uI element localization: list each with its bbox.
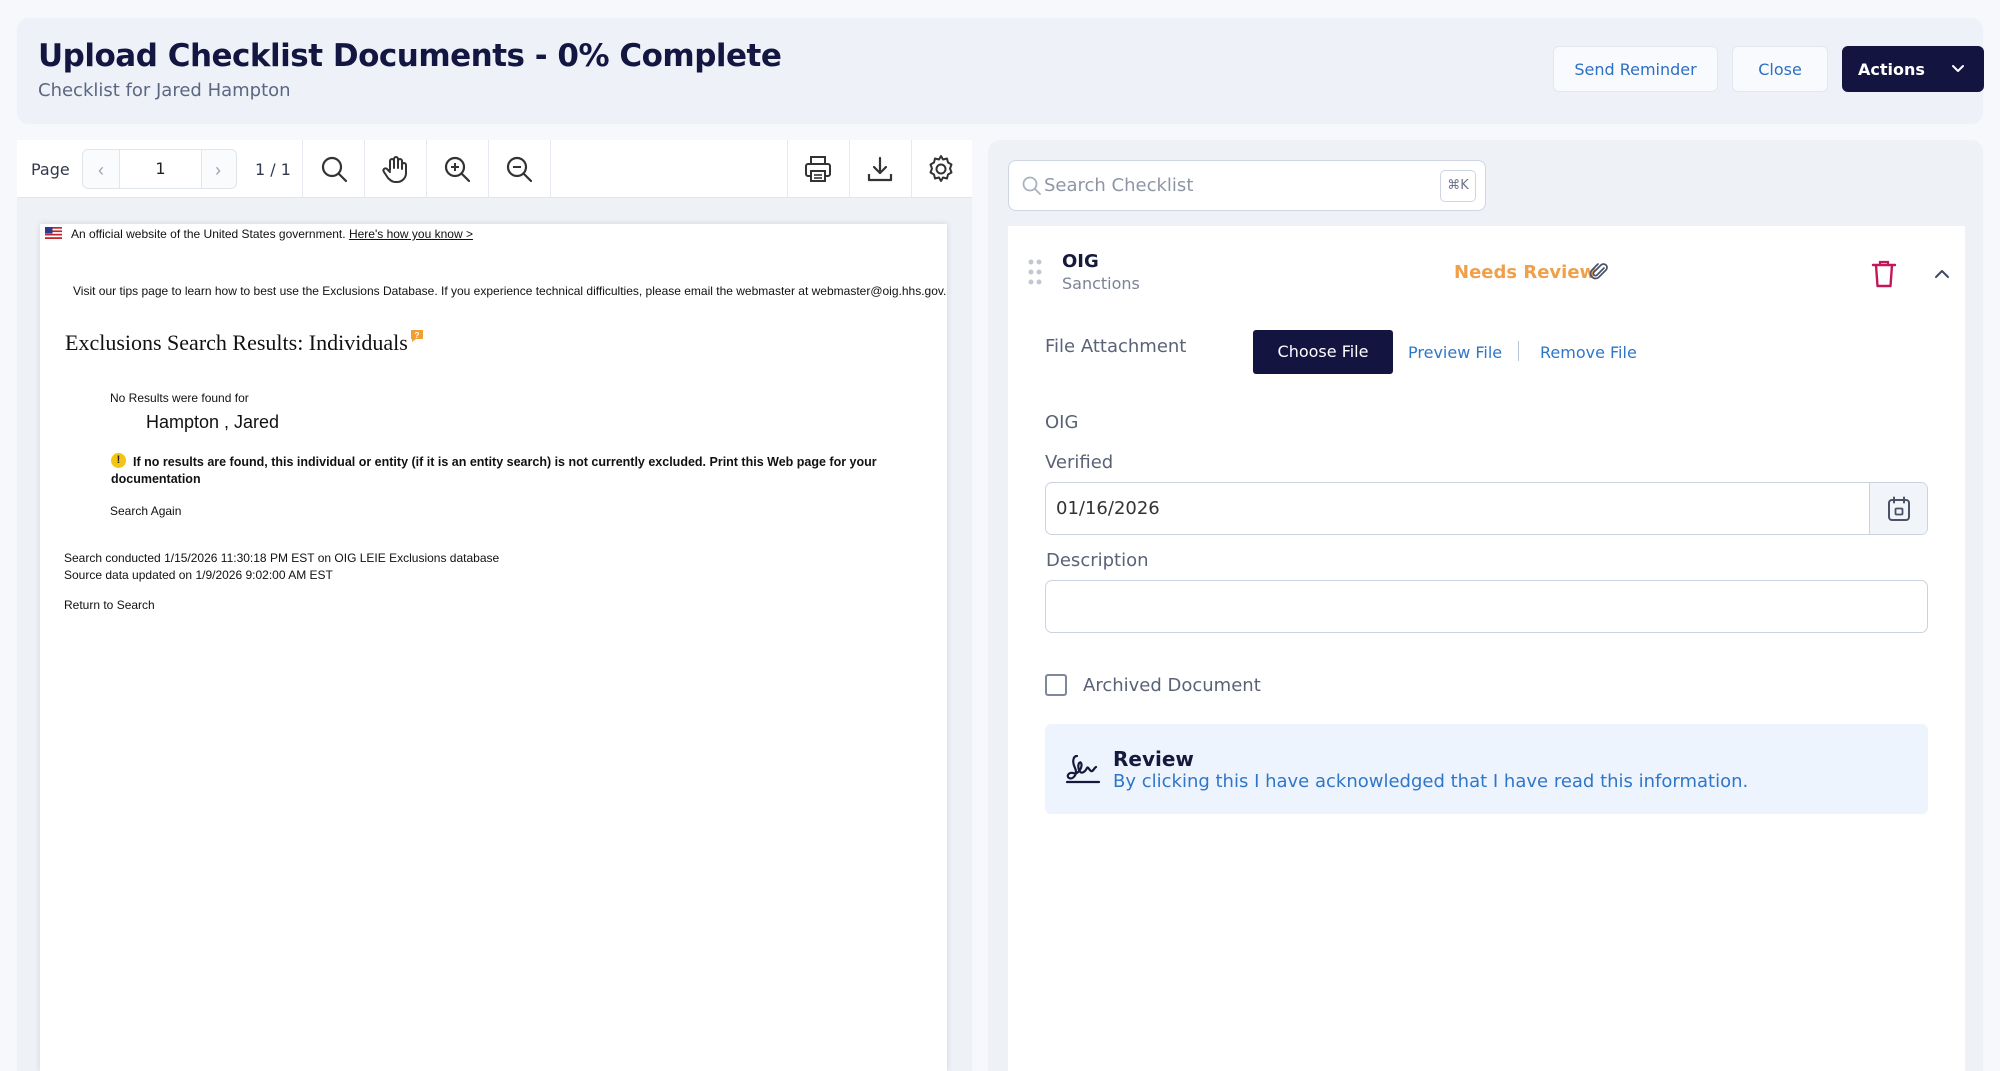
file-attachment-label: File Attachment: [1045, 336, 1187, 357]
official-site-banner: An official website of the United States…: [71, 227, 473, 241]
no-results-text: No Results were found for: [110, 391, 249, 405]
page-navigator: ‹ 1 ›: [82, 149, 237, 189]
search-icon: [1022, 176, 1041, 195]
toolbar-divider: [302, 140, 303, 198]
archived-document-checkbox[interactable]: [1045, 674, 1067, 696]
shortcut-badge: ⌘K: [1440, 170, 1476, 202]
send-reminder-button[interactable]: Send Reminder: [1553, 46, 1718, 92]
search-again-link[interactable]: Search Again: [110, 504, 181, 518]
not-excluded-notice: If no results are found, this individual…: [111, 455, 877, 486]
review-acknowledge-box[interactable]: Review By clicking this I have acknowled…: [1045, 724, 1928, 814]
close-button[interactable]: Close: [1732, 46, 1828, 92]
checklist-item-title: OIG: [1062, 251, 1099, 272]
review-title: Review: [1113, 747, 1194, 771]
searched-name: Hampton , Jared: [146, 412, 280, 432]
return-to-search-link[interactable]: Return to Search: [64, 598, 155, 612]
toolbar-divider: [849, 140, 850, 198]
review-description: By clicking this I have acknowledged tha…: [1113, 771, 1749, 792]
official-text: An official website of the United States…: [71, 227, 346, 241]
download-icon[interactable]: [864, 153, 896, 185]
source-updated-text: Source data updated on 1/9/2026 9:02:00 …: [64, 568, 333, 582]
description-input[interactable]: [1045, 580, 1928, 633]
trash-icon[interactable]: [1870, 259, 1898, 289]
chevron-down-icon: [1952, 65, 1964, 72]
chevron-up-icon[interactable]: [1931, 263, 1953, 285]
app-frame: Upload Checklist Documents - 0% Complete…: [0, 0, 2000, 1071]
warning-icon: !: [111, 453, 126, 468]
search-checklist-input[interactable]: Search Checklist ⌘K: [1008, 160, 1486, 211]
description-label: Description: [1046, 550, 1149, 571]
tips-text: Visit our tips page to learn how to best…: [73, 284, 947, 298]
zoom-out-icon[interactable]: [503, 153, 535, 185]
toolbar-divider: [364, 140, 365, 198]
calendar-icon: [1888, 496, 1910, 521]
checklist-item-card: OIG Sanctions Needs Review File Attachme…: [1008, 226, 1965, 1071]
link-divider: [1518, 341, 1519, 361]
next-page-button[interactable]: ›: [208, 160, 228, 180]
search-placeholder: Search Checklist: [1044, 175, 1194, 196]
results-heading: Exclusions Search Results: Individuals: [65, 330, 408, 355]
archived-document-label: Archived Document: [1083, 675, 1261, 696]
actions-label: Actions: [1858, 59, 1925, 79]
verified-date-value: 01/16/2026: [1056, 498, 1160, 519]
toolbar-divider: [550, 140, 551, 198]
verified-date-field[interactable]: 01/16/2026: [1045, 482, 1928, 535]
viewer-toolbar: Page ‹ 1 › 1 / 1: [17, 140, 972, 198]
checklist-panel: Search Checklist ⌘K OIG Sanctions Needs …: [988, 140, 1983, 1071]
page-header: Upload Checklist Documents - 0% Complete…: [17, 18, 1984, 124]
oig-label: OIG: [1045, 412, 1079, 433]
toolbar-divider: [488, 140, 489, 198]
prev-page-button[interactable]: ‹: [91, 160, 111, 180]
status-badge: Needs Review: [1454, 262, 1597, 283]
document-viewer: Page ‹ 1 › 1 / 1 An official website of …: [17, 140, 972, 1071]
document-page: An official website of the United States…: [40, 224, 947, 1071]
remove-file-link[interactable]: Remove File: [1540, 343, 1637, 362]
checklist-item-subtitle: Sanctions: [1062, 274, 1140, 293]
signature-icon: [1065, 754, 1101, 784]
help-bubble-icon: ?: [411, 330, 423, 342]
page-subtitle: Checklist for Jared Hampton: [38, 80, 291, 101]
toolbar-divider: [911, 140, 912, 198]
pan-hand-icon[interactable]: [379, 153, 411, 185]
toolbar-divider: [426, 140, 427, 198]
preview-file-link[interactable]: Preview File: [1408, 343, 1502, 362]
toolbar-divider: [787, 140, 788, 198]
page-title: Upload Checklist Documents - 0% Complete: [38, 38, 782, 74]
print-icon[interactable]: [802, 153, 834, 185]
choose-file-button[interactable]: Choose File: [1253, 330, 1393, 374]
page-label: Page: [31, 160, 70, 179]
search-icon[interactable]: [318, 153, 350, 185]
calendar-button[interactable]: [1869, 483, 1927, 534]
paperclip-icon: [1589, 263, 1608, 280]
zoom-in-icon[interactable]: [441, 153, 473, 185]
search-conducted-text: Search conducted 1/15/2026 11:30:18 PM E…: [64, 551, 500, 565]
page-count: 1 / 1: [255, 160, 291, 179]
gear-icon[interactable]: [925, 153, 957, 185]
svg-text:?: ?: [415, 331, 420, 340]
drag-handle-icon[interactable]: [1027, 258, 1043, 286]
us-flag-icon: [45, 227, 62, 239]
actions-button[interactable]: Actions: [1842, 46, 1984, 92]
how-you-know-link[interactable]: Here's how you know >: [349, 227, 473, 241]
page-number-input[interactable]: 1: [119, 150, 202, 188]
verified-label: Verified: [1045, 452, 1114, 473]
